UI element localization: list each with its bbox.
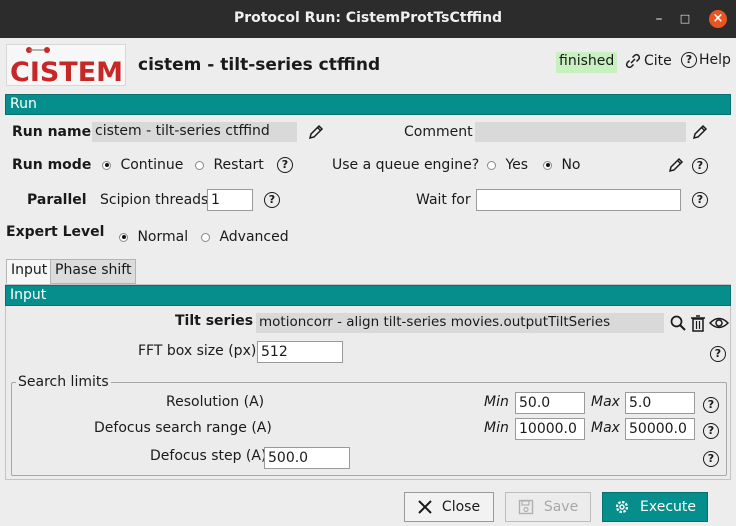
close-button[interactable]: Close [404,492,494,522]
threads-help-icon[interactable]: ? [264,192,280,208]
tab-input[interactable]: Input [6,259,53,284]
cistem-logo: CISTEM [6,44,126,86]
defocus-range-label: Defocus search range (A) [94,420,272,436]
resolution-max-input[interactable]: 5.0 [625,392,695,414]
status-badge: finished [556,52,618,73]
queue-label: Use a queue engine? [332,157,480,173]
run-mode-continue[interactable]: Continue [102,157,183,173]
resolution-min-input[interactable]: 50.0 [515,392,585,414]
search-limits-label: Search limits [16,374,111,390]
radio-normal[interactable] [119,232,128,242]
tab-phase-shift[interactable]: Phase shift [50,259,137,284]
queue-yes[interactable]: Yes [487,157,528,173]
run-section-header: Run [5,94,731,115]
fft-box-label: FFT box size (px) [138,343,257,359]
comment-label: Comment [404,124,473,140]
no-label: No [561,157,581,173]
help-icon: ? [681,52,697,68]
run-name-field[interactable]: cistem - tilt-series ctffind [92,122,297,142]
gear-icon [615,500,629,514]
defocus-min-input[interactable]: 10000.0 [515,418,585,440]
resolution-max-label: Max [591,394,620,410]
radio-restart[interactable] [195,160,204,170]
comment-field[interactable] [475,122,686,142]
search-icon[interactable] [669,314,687,332]
window-titlebar: Protocol Run: CistemProtTsCtffind – □ × [0,0,736,38]
tilt-series-field[interactable]: motioncorr - align tilt-series movies.ou… [256,313,664,333]
edit-comment-icon[interactable] [691,123,709,141]
run-mode-restart[interactable]: Restart [195,157,264,173]
execute-button[interactable]: Execute [602,492,708,522]
close-button-label: Close [441,499,481,515]
radio-advanced[interactable] [201,232,210,242]
threads-label: Scipion threads [100,192,209,208]
yes-label: Yes [505,157,529,173]
maximize-icon[interactable]: □ [676,10,694,28]
defocus-step-label: Defocus step (A) [150,448,267,464]
defocus-step-help-icon[interactable]: ? [703,451,719,467]
normal-label: Normal [137,229,189,245]
run-mode-label: Run mode [12,157,92,173]
minimize-icon[interactable]: – [650,10,668,28]
defocus-max-label: Max [591,420,620,436]
eye-icon[interactable] [709,315,729,331]
help-label: Help [699,52,731,68]
defocus-max-input[interactable]: 50000.0 [625,418,695,440]
wait-for-help-icon[interactable]: ? [692,192,708,208]
continue-label: Continue [120,157,184,173]
link-icon [625,53,641,69]
parallel-label: Parallel [27,192,87,208]
cite-label: Cite [644,53,672,69]
resolution-label: Resolution (A) [166,394,265,410]
defocus-range-help-icon[interactable]: ? [703,423,719,439]
save-button[interactable]: Save [505,492,591,522]
fft-box-input[interactable]: 512 [257,341,343,363]
radio-continue[interactable] [102,160,111,170]
radio-yes[interactable] [487,160,496,170]
window-title: Protocol Run: CistemProtTsCtffind [233,10,503,26]
resolution-min-label: Min [484,394,509,410]
help-link[interactable]: ? Help [681,52,731,68]
queue-no[interactable]: No [543,157,581,173]
close-icon [418,500,432,514]
run-name-label: Run name [12,124,92,140]
close-window-icon[interactable]: × [709,10,727,28]
threads-input[interactable]: 1 [207,189,253,211]
defocus-min-label: Min [484,420,509,436]
save-button-label: Save [543,499,579,515]
wait-for-label: Wait for [416,192,471,208]
resolution-help-icon[interactable]: ? [703,397,719,413]
advanced-label: Advanced [219,229,289,245]
input-section-header: Input [5,285,731,306]
protocol-title: cistem - tilt-series ctffind [138,55,381,75]
radio-no[interactable] [543,160,552,170]
cite-link[interactable]: Cite [624,52,672,70]
edit-run-name-icon[interactable] [307,123,325,141]
defocus-step-input[interactable]: 500.0 [264,447,350,469]
queue-help-icon[interactable]: ? [692,158,708,174]
edit-queue-icon[interactable] [667,156,685,174]
expert-level-label: Expert Level [6,224,105,240]
expert-normal[interactable]: Normal [119,229,188,245]
run-mode-help-icon[interactable]: ? [277,157,293,173]
wait-for-input[interactable] [476,189,681,211]
tilt-series-label: Tilt series [175,313,254,329]
logo-text: CISTEM [10,57,123,85]
expert-advanced[interactable]: Advanced [201,229,289,245]
save-icon [518,499,534,515]
execute-button-label: Execute [640,499,696,515]
fft-help-icon[interactable]: ? [710,346,726,362]
restart-label: Restart [213,157,264,173]
trash-icon[interactable] [690,314,706,332]
